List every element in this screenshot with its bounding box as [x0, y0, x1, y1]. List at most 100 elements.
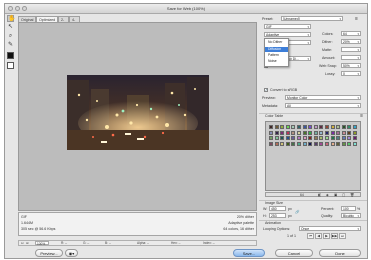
map-color-icon[interactable]: ◧ — [318, 193, 321, 197]
color-swatch[interactable] — [341, 136, 346, 141]
format-select[interactable]: GIF ▾ — [264, 24, 311, 29]
color-swatch[interactable] — [353, 136, 357, 141]
looping-select[interactable]: Once ▾ — [299, 226, 361, 231]
web-shift-icon[interactable]: ◈ — [326, 193, 329, 197]
color-table-grid[interactable] — [265, 121, 361, 191]
zoom-minus-icon[interactable]: ⊟ — [21, 241, 24, 245]
color-swatch[interactable] — [313, 125, 318, 129]
color-swatch[interactable] — [336, 136, 341, 141]
toggle-slices-icon[interactable] — [7, 62, 14, 69]
play-button[interactable]: ▶ — [323, 233, 330, 239]
color-swatch[interactable] — [285, 130, 290, 135]
color-swatch[interactable] — [291, 141, 296, 146]
color-swatch[interactable] — [280, 125, 285, 129]
color-swatch[interactable] — [285, 141, 290, 146]
previous-frame-button[interactable]: ◀ — [315, 233, 322, 239]
color-swatch[interactable] — [341, 125, 346, 129]
color-swatch[interactable] — [280, 136, 285, 141]
color-swatch[interactable] — [336, 125, 341, 129]
dither-menu-item-pattern[interactable]: Pattern — [265, 53, 288, 58]
color-swatch[interactable] — [308, 136, 313, 141]
quality-select[interactable]: Bicubic ▾ — [341, 213, 361, 218]
color-swatch[interactable] — [269, 130, 273, 135]
metadata-select[interactable]: All ▾ — [285, 103, 361, 108]
color-swatch[interactable] — [308, 130, 313, 135]
color-swatch[interactable] — [330, 130, 335, 135]
last-frame-button[interactable]: ⏭ — [339, 233, 346, 239]
save-button[interactable]: Save... — [233, 249, 265, 257]
preset-select[interactable]: [Unnamed] ▾ — [281, 16, 343, 21]
color-swatch[interactable] — [302, 130, 307, 135]
color-swatch[interactable] — [297, 136, 301, 141]
percent-field[interactable]: 100 — [341, 206, 356, 211]
color-swatch[interactable] — [347, 125, 352, 129]
color-swatch[interactable] — [297, 130, 301, 135]
cancel-button[interactable]: Cancel — [275, 249, 313, 257]
color-swatch[interactable] — [291, 136, 296, 141]
color-swatch[interactable] — [336, 130, 341, 135]
trash-icon[interactable]: 🗑 — [350, 193, 354, 197]
color-swatch[interactable] — [336, 141, 341, 146]
color-swatch[interactable] — [297, 125, 301, 129]
color-swatch[interactable] — [341, 130, 346, 135]
color-swatch[interactable] — [269, 141, 273, 146]
color-swatch[interactable] — [347, 130, 352, 135]
zoom-level-field[interactable]: 100% — [35, 241, 49, 246]
color-swatch[interactable] — [302, 136, 307, 141]
eyedropper-tool-icon[interactable]: ✎ — [7, 42, 14, 49]
color-swatch[interactable] — [285, 125, 290, 129]
reduction-select[interactable]: Adaptive ▾ — [264, 32, 311, 37]
browser-preview-button[interactable]: ◉▾ — [65, 249, 78, 257]
color-swatch[interactable] — [353, 125, 357, 129]
new-color-icon[interactable]: ▢ — [342, 193, 345, 197]
lock-color-icon[interactable]: ▣ — [334, 193, 337, 197]
color-swatch[interactable] — [347, 136, 352, 141]
color-swatch[interactable] — [330, 141, 335, 146]
color-swatch[interactable] — [308, 141, 313, 146]
color-swatch[interactable] — [347, 141, 352, 146]
color-swatch[interactable] — [302, 141, 307, 146]
color-table-menu-icon[interactable]: ≡ — [360, 114, 363, 119]
dither-menu-item-noise[interactable]: Noise — [265, 59, 288, 64]
color-swatch[interactable] — [269, 136, 273, 141]
color-swatch[interactable] — [319, 130, 324, 135]
color-swatch[interactable] — [319, 136, 324, 141]
color-swatch[interactable] — [341, 141, 346, 146]
color-swatch[interactable] — [325, 136, 329, 141]
done-button[interactable]: Done — [319, 249, 361, 257]
amount-field[interactable]: ▾ — [341, 55, 361, 60]
color-swatch[interactable] — [313, 136, 318, 141]
lossy-field[interactable]: 0 ▾ — [341, 71, 361, 76]
zoom-tool-icon[interactable]: ⌕ — [7, 33, 14, 40]
color-swatch[interactable] — [325, 141, 329, 146]
color-swatch[interactable] — [291, 130, 296, 135]
color-swatch[interactable] — [274, 130, 279, 135]
color-swatch[interactable] — [291, 125, 296, 129]
colors-field[interactable]: 64 ▾ — [341, 31, 361, 36]
zoom-plus-icon[interactable]: ⊞ — [26, 241, 29, 245]
color-swatch[interactable] — [302, 125, 307, 129]
color-swatch[interactable] — [285, 136, 290, 141]
matte-field[interactable]: ▾ — [341, 47, 361, 52]
eyedropper-color-swatch[interactable] — [7, 52, 14, 59]
color-swatch[interactable] — [325, 125, 329, 129]
height-field[interactable]: 253 — [269, 213, 286, 218]
color-swatch[interactable] — [280, 130, 285, 135]
color-swatch[interactable] — [330, 136, 335, 141]
color-swatch[interactable] — [353, 130, 357, 135]
preview-button[interactable]: Preview... — [35, 249, 63, 257]
next-frame-button[interactable]: ▶▶ — [331, 233, 338, 239]
color-swatch[interactable] — [280, 141, 285, 146]
color-swatch[interactable] — [319, 141, 324, 146]
slice-select-tool-icon[interactable]: ↖ — [7, 24, 14, 31]
panel-menu-icon[interactable]: ≡ — [355, 16, 358, 22]
dither-field[interactable]: 20% ▾ — [341, 39, 361, 44]
first-frame-button[interactable]: ⏮ — [307, 233, 314, 239]
color-swatch[interactable] — [274, 141, 279, 146]
dither-menu-item-no-dither[interactable]: No Dither — [265, 40, 288, 45]
color-swatch[interactable] — [353, 141, 357, 146]
preview-canvas[interactable] — [18, 22, 257, 211]
color-swatch[interactable] — [319, 125, 324, 129]
color-swatch[interactable] — [269, 125, 273, 129]
dither-menu-item-diffusion[interactable]: Diffusion — [265, 47, 288, 52]
